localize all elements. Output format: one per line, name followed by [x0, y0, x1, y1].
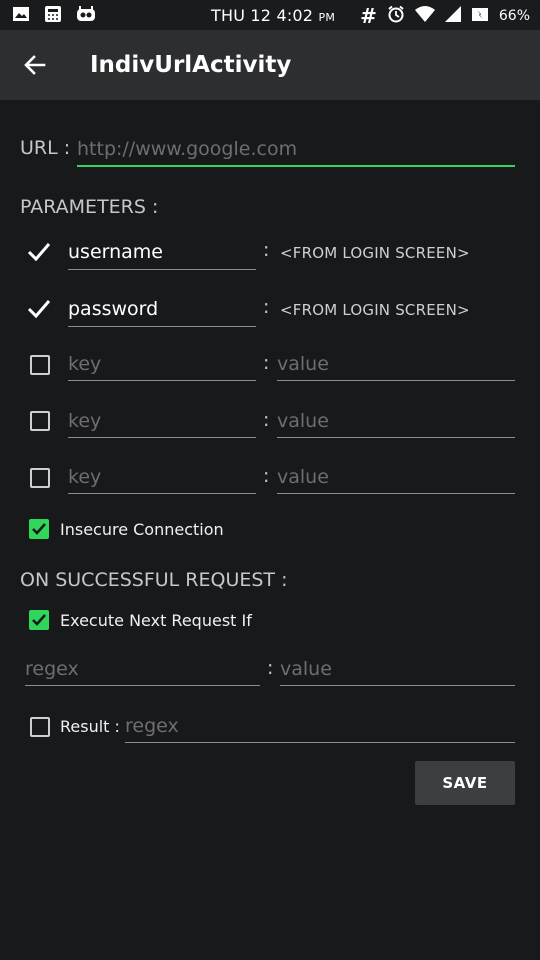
execute-next-label: Execute Next Request If	[60, 611, 252, 630]
result-regex-input[interactable]	[125, 710, 515, 743]
param-value-label-2: <FROM LOGIN SCREEN>	[280, 301, 470, 319]
param-colon-2: :	[263, 296, 270, 318]
signal-icon	[444, 6, 461, 26]
param-colon-5: :	[263, 465, 270, 487]
alarm-icon	[387, 5, 405, 27]
battery-percent: 66%	[498, 8, 530, 24]
param-value-input-4[interactable]	[277, 405, 515, 438]
execute-next-checkbox[interactable]	[29, 610, 49, 630]
param-value-label-1: <FROM LOGIN SCREEN>	[280, 244, 470, 262]
battery-icon	[471, 6, 489, 26]
wifi-icon	[414, 6, 435, 26]
robot-icon	[76, 5, 95, 23]
param-key-input-3[interactable]	[68, 348, 256, 381]
param-checkbox-2[interactable]	[27, 299, 51, 319]
status-bar: THU 12 4:02 PM # 66%	[0, 0, 540, 30]
insecure-connection-checkbox[interactable]	[29, 519, 49, 539]
param-colon-3: :	[263, 352, 270, 374]
param-colon-1: :	[263, 239, 270, 261]
status-right-icons: # 66%	[360, 4, 530, 28]
url-input[interactable]	[77, 133, 515, 167]
success-heading: ON SUCCESSFUL REQUEST :	[20, 569, 288, 591]
save-button[interactable]: SAVE	[415, 761, 515, 805]
result-checkbox[interactable]	[30, 717, 50, 737]
page-title: IndivUrlActivity	[90, 52, 292, 78]
success-colon: :	[267, 657, 274, 679]
param-key-input-2[interactable]: password	[68, 294, 256, 327]
status-left-icons	[12, 5, 95, 23]
success-regex-input[interactable]	[25, 653, 260, 686]
param-colon-4: :	[263, 409, 270, 431]
param-checkbox-1[interactable]	[27, 242, 51, 262]
hash-icon: #	[360, 4, 377, 28]
param-value-input-5[interactable]	[277, 461, 515, 494]
status-time: THU 12 4:02 PM	[211, 6, 336, 25]
app-bar: IndivUrlActivity	[0, 30, 540, 100]
url-label: URL :	[20, 137, 71, 159]
param-key-input-4[interactable]	[68, 405, 256, 438]
param-checkbox-5[interactable]	[30, 468, 50, 488]
param-key-input-1[interactable]: username	[68, 237, 256, 270]
param-key-input-5[interactable]	[68, 461, 256, 494]
insecure-connection-label: Insecure Connection	[60, 520, 224, 539]
back-arrow-icon[interactable]	[20, 50, 50, 80]
success-value-input[interactable]	[280, 653, 515, 686]
parameters-heading: PARAMETERS :	[20, 196, 159, 218]
param-checkbox-4[interactable]	[30, 411, 50, 431]
result-label: Result :	[60, 717, 120, 736]
param-checkbox-3[interactable]	[30, 355, 50, 375]
param-value-input-3[interactable]	[277, 348, 515, 381]
calculator-icon	[44, 5, 62, 23]
gallery-icon	[12, 5, 30, 23]
